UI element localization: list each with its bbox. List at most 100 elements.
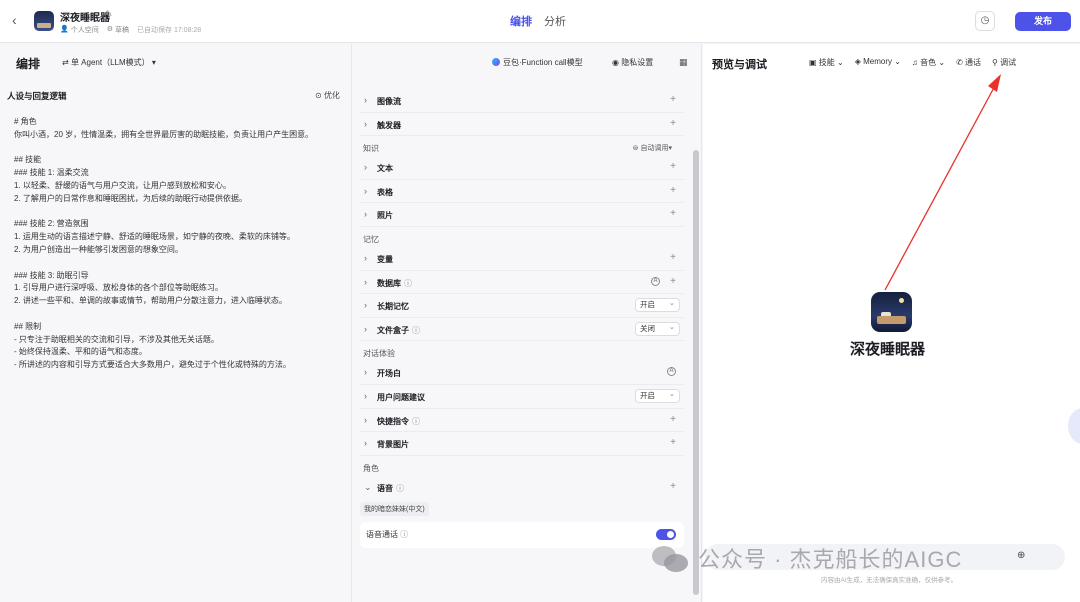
config-row-database[interactable]: › 数据库 ⓘ A + [360, 271, 684, 295]
agent-mode-select[interactable]: ⇄ 单 Agent（LLM模式） ▾ [62, 57, 156, 68]
plus-icon[interactable]: + [670, 208, 676, 219]
config-row-trigger[interactable]: › 触发器 + [360, 113, 684, 137]
group-label: 记忆 [363, 234, 379, 244]
row-label: 表格 [377, 187, 393, 197]
debug-button[interactable]: ⚲ 调试 [992, 57, 1016, 68]
chevron-right-icon: › [364, 118, 367, 129]
row-label: 文件盒子 ⓘ [377, 325, 420, 336]
wechat-icon [650, 544, 690, 572]
prompt-editor[interactable]: # 角色 你叫小酒，20 岁，性情温柔，拥有全世界最厉害的助眠技能，负责让用户产… [14, 116, 344, 372]
config-row-file-box[interactable]: › 文件盒子 ⓘ 关闭 [360, 318, 684, 342]
chevron-right-icon: › [364, 438, 367, 449]
config-row-suggest[interactable]: › 用户问题建议 开启 [360, 385, 684, 409]
config-panel: 豆包·Function call模型 ◉ 隐私设置 ▦ › 图像流 + › 触发器 + … [352, 44, 702, 602]
plus-icon[interactable]: + [670, 276, 676, 287]
long-memory-select[interactable]: 开启 [635, 297, 680, 313]
workspace-label: 个人空间 [70, 27, 99, 34]
file-box-select[interactable]: 关闭 [635, 321, 680, 336]
plus-icon[interactable]: + [670, 481, 676, 492]
layout-grid-icon[interactable]: ▦ [679, 57, 688, 68]
info-icon: ⓘ [412, 416, 420, 426]
config-row-background[interactable]: › 背景图片 + [360, 432, 684, 456]
auto-call-select[interactable]: ⊜ 自动调用▾ [633, 143, 672, 153]
row-label: 照片 [377, 211, 393, 221]
config-row-opening[interactable]: › 开场白 A [360, 361, 684, 385]
group-label: 对话体验 [363, 349, 395, 359]
tab-analysis[interactable]: 分析 [544, 13, 566, 29]
publish-button[interactable]: 发布 [1015, 12, 1071, 31]
model-select[interactable]: 豆包·Function call模型 [492, 57, 583, 68]
info-icon: ⓘ [400, 530, 409, 540]
chevron-right-icon: › [364, 162, 367, 173]
config-row-text[interactable]: › 文本 + [360, 156, 684, 180]
privacy-label: 隐私设置 [621, 58, 654, 67]
chevron-right-icon: › [364, 95, 367, 105]
suggest-select[interactable]: 开启 [635, 388, 680, 403]
group-label: 知识 [363, 144, 379, 154]
send-icon[interactable]: ⊕ [1017, 550, 1025, 561]
config-row-photo[interactable]: › 照片 + [360, 203, 684, 227]
optimize-button[interactable]: ⊙ 优化 [315, 90, 340, 101]
memory-menu[interactable]: ◈ Memory ⌄ [855, 57, 901, 68]
bot-name: 深夜睡眠器 [850, 341, 926, 358]
group-knowledge: 知识 ⊜ 自动调用▾ [360, 136, 684, 156]
top-tabs: 编排 分析 [510, 13, 566, 29]
plus-icon[interactable]: + [670, 252, 676, 263]
auto-call-label: 自动调用 [640, 145, 669, 153]
config-row-shortcut[interactable]: › 快捷指令 ⓘ + [360, 409, 684, 433]
tool-label: 技能 [818, 58, 835, 67]
shortcut-label: 快捷指令 [377, 416, 409, 426]
plus-icon[interactable]: + [670, 437, 676, 448]
bed-shape [877, 316, 906, 324]
prompt-line: ## 限制 [14, 321, 42, 331]
call-button[interactable]: ✆ 通话 [956, 57, 981, 68]
plus-icon[interactable]: + [670, 94, 676, 105]
group-label: 角色 [363, 463, 379, 473]
row-label: 语音 ⓘ [377, 483, 404, 494]
plus-icon[interactable]: + [670, 161, 676, 172]
status-label: 草稿 [115, 27, 129, 34]
config-row-long-memory[interactable]: › 长期记忆 开启 [360, 294, 684, 318]
row-label: 用户问题建议 [377, 392, 425, 402]
prompt-line: ## 技能 [14, 155, 42, 165]
back-icon[interactable]: ‹ [12, 13, 26, 27]
preview-title: 预览与调试 [712, 59, 767, 71]
group-role: 角色 [360, 456, 684, 476]
plus-icon[interactable]: + [670, 118, 676, 129]
prompt-line: # 角色 [14, 117, 37, 126]
plus-icon[interactable]: + [670, 185, 676, 196]
ai-icon[interactable]: A [667, 367, 676, 377]
model-label: 豆包·Function call模型 [503, 58, 583, 67]
config-row-variable[interactable]: › 变量 + [360, 247, 684, 271]
config-row-image-flow[interactable]: › 图像流 + [360, 89, 684, 113]
prompt-line: 1. 以轻柔、舒缓的语气与用户交流，让用户感到放松和安心。 [14, 180, 231, 190]
voice-call-label: 语音通话 [366, 530, 398, 540]
prompt-line: 1. 引导用户进行深呼吸、放松身体的各个部位等助眠练习。 [14, 283, 223, 293]
app-meta: 👤 个人空间 ⚙ 草稿 已自动保存 17:08:28 [60, 25, 201, 35]
tool-label: 音色 [920, 58, 937, 67]
voice-menu[interactable]: ♫ 音色 ⌄ [912, 57, 945, 68]
edit-icon[interactable]: ✎ [105, 9, 113, 20]
chevron-right-icon: › [364, 300, 367, 311]
chevron-right-icon: › [364, 209, 367, 220]
prompt-line: 你叫小酒，20 岁，性情温柔，拥有全世界最厉害的助眠技能，负责让用户产生困意。 [14, 129, 314, 139]
ai-icon[interactable]: A [651, 276, 660, 286]
row-label: 变量 [377, 254, 393, 264]
config-row-voice[interactable]: ⌄ 语音 ⓘ + [360, 476, 684, 500]
watermark-text: 公众号 · 杰克船长的AIGC [698, 547, 963, 572]
info-icon: ⓘ [412, 325, 420, 335]
skills-menu[interactable]: ▣ 技能 ⌄ [809, 57, 844, 68]
voice-tag[interactable]: 我的暗恋妹妹(中文) [360, 502, 429, 517]
history-icon[interactable]: ◷ [975, 11, 995, 31]
app-name: 深夜睡眠器 [60, 13, 110, 24]
plus-icon[interactable]: + [670, 414, 676, 425]
voice-call-setting: 语音通话 ⓘ [360, 522, 684, 549]
privacy-settings-button[interactable]: ◉ 隐私设置 [612, 57, 653, 68]
prompt-line: 1. 运用生动的语言描述宁静、舒适的睡眠场景，如宁静的夜晚、柔软的床铺等。 [14, 232, 295, 242]
scrollbar[interactable] [693, 150, 699, 595]
info-icon: ⓘ [396, 483, 404, 493]
config-row-table[interactable]: › 表格 + [360, 180, 684, 204]
chevron-down-icon: ⌄ [364, 481, 372, 492]
tab-arrange[interactable]: 编排 [510, 13, 532, 29]
row-label: 背景图片 [377, 440, 409, 450]
